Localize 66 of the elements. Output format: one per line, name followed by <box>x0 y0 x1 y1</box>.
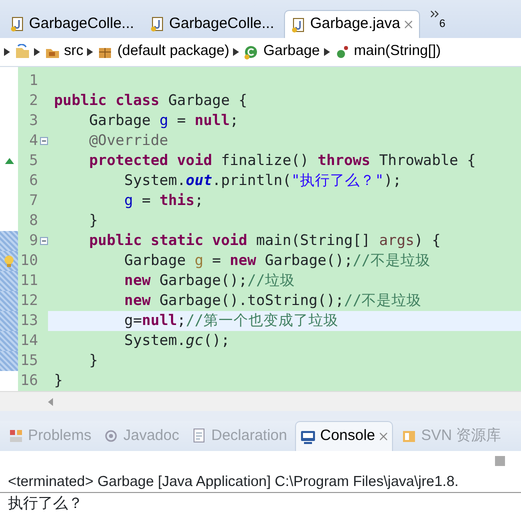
problems-icon <box>8 428 24 444</box>
editor-tab[interactable]: GarbageColle... <box>144 10 280 38</box>
line-number: 5 <box>28 151 39 171</box>
horizontal-scrollbar[interactable] <box>0 391 521 411</box>
chevron-icon <box>324 48 330 56</box>
class-icon <box>243 44 260 60</box>
close-icon[interactable] <box>404 20 414 29</box>
breadcrumb-item[interactable]: (default package) <box>97 41 230 63</box>
line-number: 9 <box>28 231 39 251</box>
java-file-icon <box>291 16 306 32</box>
editor-tab[interactable]: Garbage.java <box>284 10 420 38</box>
editor-tab[interactable]: GarbageColle... <box>4 10 140 38</box>
code-line: g = this; <box>123 191 204 211</box>
console-header: <terminated> Garbage [Java Application] C:\Program Files\java\jre1.8. <box>0 471 521 493</box>
double-chevron-icon <box>430 10 440 18</box>
collapse-icon[interactable] <box>40 137 48 145</box>
line-number: 15 <box>19 351 39 371</box>
code-line: public static void main(String[] args) { <box>88 231 442 251</box>
line-number: 6 <box>28 171 39 191</box>
line-number: 7 <box>28 191 39 211</box>
line-number: 2 <box>28 91 39 111</box>
code-line: System.gc(); <box>123 331 231 351</box>
line-number: 13 <box>19 311 39 331</box>
line-number: 4 <box>28 131 39 151</box>
code-line: protected void finalize() throws Throwable { <box>88 151 477 171</box>
override-triangle-icon <box>4 158 14 164</box>
code-line: } <box>53 371 64 391</box>
breadcrumb-item[interactable] <box>14 44 30 60</box>
code-line: public class Garbage { <box>53 91 248 111</box>
chevron-icon <box>34 48 40 56</box>
line-number: 16 <box>19 371 39 391</box>
breadcrumb-item[interactable]: src <box>44 41 84 63</box>
view-tab[interactable]: Console <box>295 421 394 451</box>
line-number: 11 <box>19 271 39 291</box>
java-file-icon <box>10 16 25 32</box>
line-number: 12 <box>19 291 39 311</box>
document-icon <box>191 428 208 444</box>
breadcrumb-item[interactable]: Garbage <box>243 41 320 63</box>
code-line: Garbage g = new Garbage();//不是垃圾 <box>123 251 432 271</box>
line-number: 1 <box>28 71 39 91</box>
tab-overflow-button[interactable]: 6 <box>424 10 452 38</box>
javadoc-icon <box>103 428 120 444</box>
warning-bulb-icon <box>3 255 15 267</box>
collapse-icon[interactable] <box>40 237 48 245</box>
code-line: @Override <box>88 131 170 151</box>
java-file-icon <box>150 16 166 32</box>
code-line: System.out.println("执行了么？"); <box>123 171 402 191</box>
close-icon[interactable] <box>379 432 388 441</box>
console-output: 执行了么？ <box>0 493 521 520</box>
line-number: 8 <box>28 211 39 231</box>
code-line: new Garbage();//垃圾 <box>123 271 296 291</box>
code-line: } <box>88 351 99 371</box>
line-number: 10 <box>19 251 39 271</box>
repository-icon <box>401 428 418 444</box>
console-icon <box>300 428 316 444</box>
chevron-icon <box>4 48 10 56</box>
code-line: Garbage g = null; <box>88 111 240 131</box>
chevron-icon <box>87 48 94 56</box>
code-line: } <box>88 211 99 231</box>
line-number: 14 <box>19 331 39 351</box>
chevron-icon <box>233 48 240 56</box>
breadcrumb-item[interactable]: main(String[]) <box>334 41 441 63</box>
line-number: 3 <box>28 111 39 131</box>
scroll-left-icon <box>48 398 53 406</box>
project-icon <box>14 44 30 60</box>
code-line: new Garbage().toString();//不是垃圾 <box>123 291 423 311</box>
